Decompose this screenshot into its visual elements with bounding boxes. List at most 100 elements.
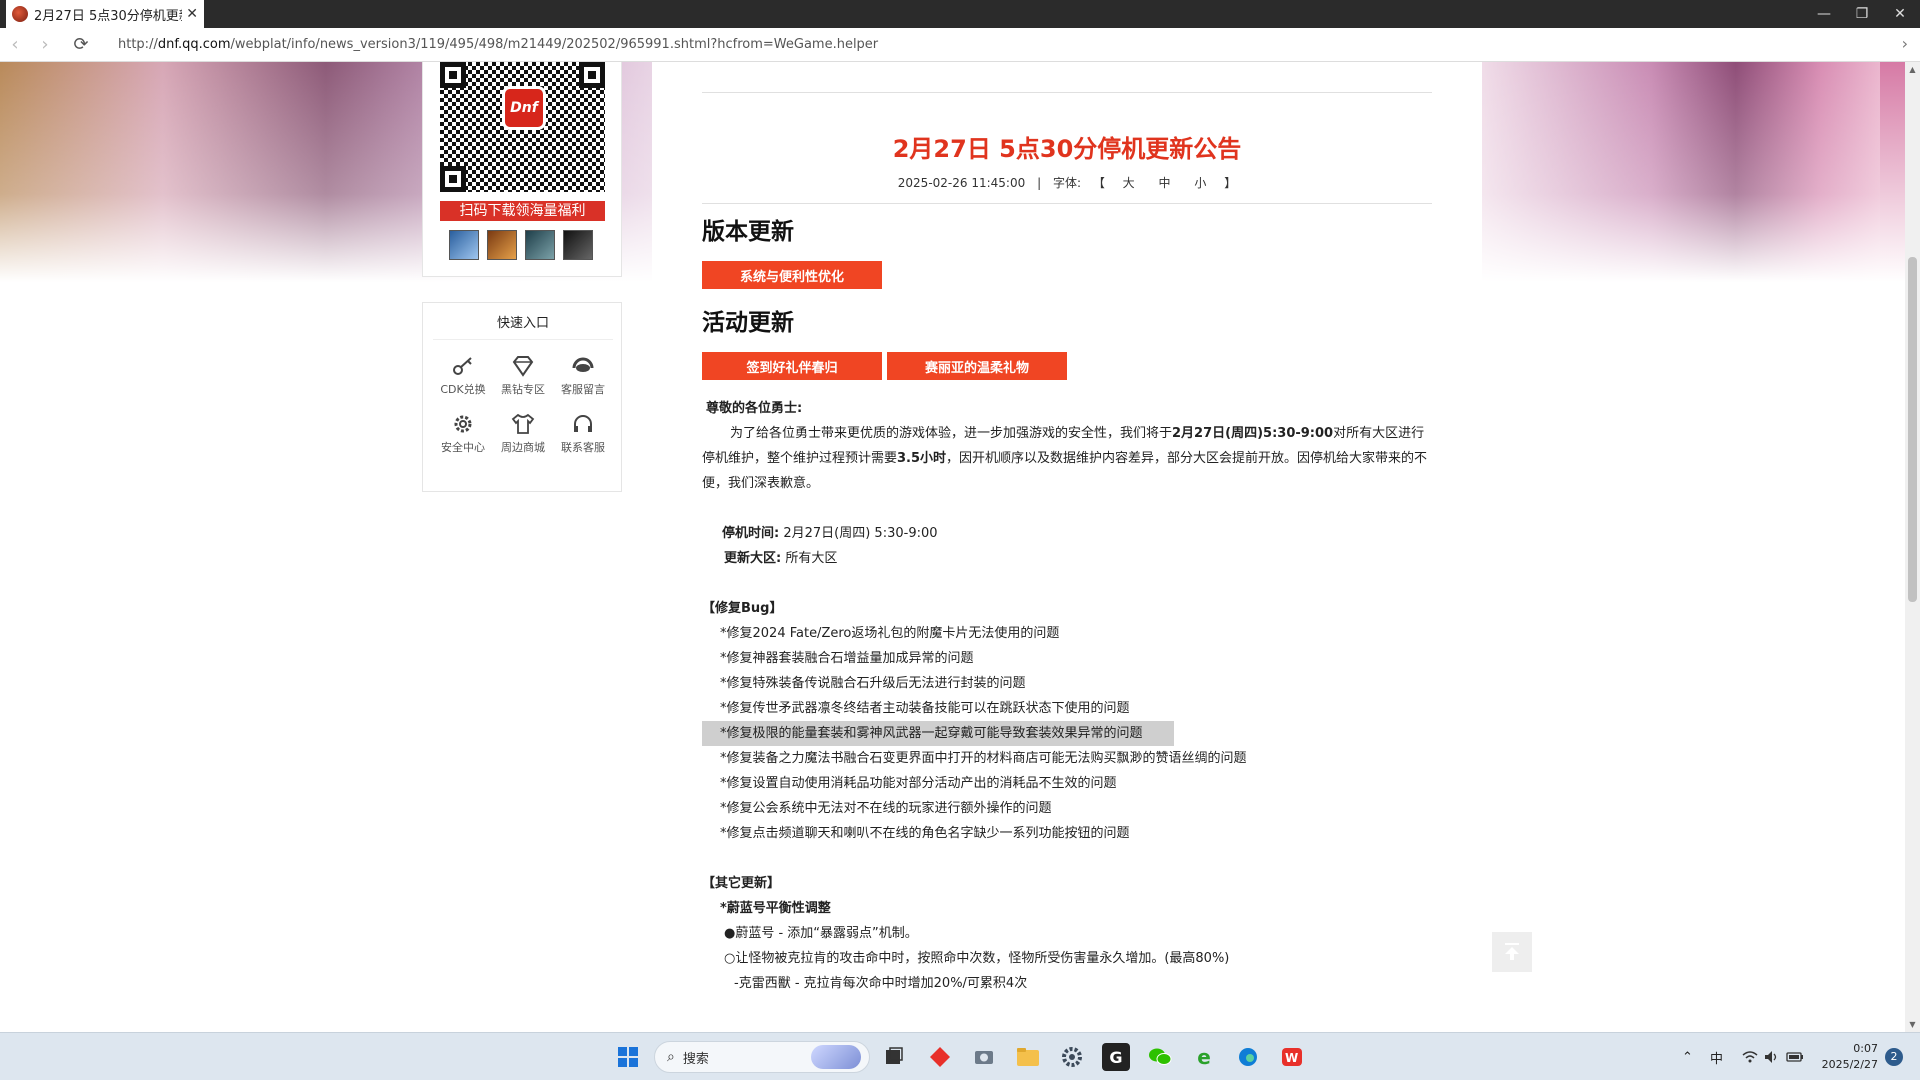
- arrow-up-icon: [1505, 943, 1519, 960]
- intro-duration: 3.5小时: [897, 451, 947, 466]
- search-placeholder: 搜索: [682, 1051, 709, 1067]
- ie-browser-icon[interactable]: e: [1190, 1043, 1218, 1071]
- svg-text:W: W: [1285, 1051, 1298, 1065]
- reload-button[interactable]: ⟳: [66, 30, 96, 60]
- list-item: *修复传世矛武器凛冬终结者主动装备技能可以在跳跃状态下使用的问题: [720, 701, 1130, 716]
- list-item: *修复神器套装融合石增益量加成异常的问题: [720, 651, 974, 666]
- quick-entry-grid: CDK兑换 黑钻专区 客服留言 安全中心 周边商城 联系客服: [433, 353, 613, 455]
- font-size-label: 字体:: [1052, 176, 1081, 190]
- forward-button[interactable]: ›: [30, 30, 60, 60]
- quick-item-black-diamond[interactable]: 黑钻专区: [493, 353, 553, 397]
- vertical-scrollbar[interactable]: ▲ ▼: [1905, 62, 1920, 1032]
- divider: [702, 203, 1432, 204]
- wps-office-icon[interactable]: W: [1278, 1043, 1306, 1071]
- headset-message-icon: [572, 357, 594, 372]
- section-activity-heading: 活动更新: [702, 310, 794, 336]
- qr-download-card: Dnf 扫码下载领海量福利: [422, 62, 622, 277]
- article-body: 尊敬的各位勇士: 为了给各位勇士带来更优质的游戏体验，进一步加强游戏的安全性，我…: [702, 396, 1432, 996]
- quick-entry-card: 快速入口 CDK兑换 黑钻专区 客服留言 安全中心 周边商城 联系客服: [422, 302, 622, 492]
- list-item-selected: *修复极限的能量套装和雾神风武器一起穿戴可能导致套装效果异常的问题: [702, 721, 1174, 746]
- list-item: *修复公会系统中无法对不在线的玩家进行额外操作的问题: [720, 801, 1052, 816]
- list-item: *修复装备之力魔法书融合石变更界面中打开的材料商店可能无法购买飘渺的赞语丝绸的问…: [720, 751, 1247, 766]
- list-item: *修复特殊装备传说融合石升级后无法进行封装的问题: [720, 676, 1026, 691]
- task-view-icon[interactable]: [880, 1043, 908, 1071]
- signin-gift-button[interactable]: 签到好礼伴春归: [702, 352, 882, 380]
- camera-app-icon[interactable]: [970, 1043, 998, 1071]
- edge-browser-icon[interactable]: [1234, 1043, 1262, 1071]
- article: 2月27日 5点30分停机更新公告 2025-02-26 11:45:00 | …: [702, 62, 1432, 996]
- qr-code: Dnf: [440, 62, 605, 192]
- wifi-icon[interactable]: [1742, 1033, 1758, 1080]
- list-item: *修复点击频道聊天和喇叭不在线的角色名字缺少一系列功能按钮的问题: [720, 826, 1130, 841]
- quick-item-label: 安全中心: [441, 441, 485, 454]
- quick-item-contact[interactable]: 联系客服: [553, 411, 613, 455]
- article-meta: 2025-02-26 11:45:00 | 字体: 【 大 中 小 】: [702, 174, 1432, 191]
- font-small-link[interactable]: 小: [1194, 176, 1206, 190]
- list-item: ○让怪物被克拉肯的攻击命中时，按照命中次数，怪物所受伤害量永久增加。(最高80%…: [724, 951, 1230, 966]
- app-red-diamond-icon[interactable]: [926, 1043, 954, 1071]
- quick-item-label: CDK兑换: [440, 383, 486, 396]
- downtime-row: 停机时间: 2月27日(周四) 5:30-9:00: [702, 521, 1432, 546]
- region-row: 更新大区: 所有大区: [702, 546, 1432, 571]
- activity-buttons: 签到好礼伴春归 赛丽亚的温柔礼物: [702, 352, 1432, 380]
- quick-item-cdk[interactable]: CDK兑换: [433, 353, 493, 397]
- scroll-down-icon[interactable]: ▼: [1905, 1020, 1920, 1029]
- url-field[interactable]: http://dnf.qq.com/webplat/info/news_vers…: [118, 37, 878, 52]
- search-icon: ⌕: [667, 1049, 675, 1065]
- list-item: *修复设置自动使用消耗品功能对部分活动产出的消耗品不生效的问题: [720, 776, 1117, 791]
- file-explorer-icon[interactable]: [1014, 1043, 1042, 1071]
- close-window-button[interactable]: ✕: [1880, 0, 1920, 28]
- font-bracket-close: 】: [1224, 176, 1237, 190]
- notification-badge[interactable]: 2: [1885, 1048, 1903, 1066]
- browser-tab[interactable]: 2月27日 5点30分停机更新 ✕: [6, 0, 204, 28]
- other-header: 【其它更新】: [702, 876, 781, 891]
- windows-start-icon[interactable]: [614, 1043, 642, 1071]
- taskbar-clock[interactable]: 0:07 2025/2/27: [1818, 1041, 1878, 1073]
- address-bar: ‹ › ⟳ http://dnf.qq.com/webplat/info/new…: [0, 28, 1920, 62]
- banner-background-right: [1482, 62, 1905, 282]
- restore-button[interactable]: ❐: [1842, 0, 1882, 28]
- taskbar: ⌕ 搜索 G e W ⌃ 中 0:07 2025/2/27 2: [0, 1032, 1920, 1080]
- quick-item-security[interactable]: 安全中心: [433, 411, 493, 455]
- ime-indicator[interactable]: 中: [1710, 1033, 1723, 1080]
- quick-item-label: 联系客服: [561, 441, 605, 454]
- qr-finder-bottom-left: [440, 166, 466, 192]
- minimize-button[interactable]: —: [1804, 0, 1844, 28]
- region-value: 所有大区: [785, 551, 838, 566]
- tray-overflow-icon[interactable]: ⌃: [1682, 1033, 1693, 1080]
- downtime-label: 停机时间:: [722, 526, 780, 541]
- battery-icon[interactable]: [1786, 1033, 1804, 1080]
- system-optimization-button[interactable]: 系统与便利性优化: [702, 261, 882, 289]
- scroll-up-icon[interactable]: ▲: [1905, 65, 1920, 74]
- clock-time: 0:07: [1853, 1042, 1878, 1055]
- dnf-favicon-icon: [12, 6, 28, 22]
- quick-item-service-message[interactable]: 客服留言: [553, 353, 613, 397]
- font-medium-link[interactable]: 中: [1159, 176, 1171, 190]
- quick-item-label: 黑钻专区: [501, 383, 545, 396]
- reward-item-icon: [563, 230, 593, 260]
- chevron-right-icon[interactable]: ›: [1902, 34, 1908, 53]
- reward-item-icon: [487, 230, 517, 260]
- taskbar-search[interactable]: ⌕ 搜索: [654, 1041, 870, 1073]
- headphones-icon: [574, 415, 592, 432]
- region-label: 更新大区:: [724, 551, 782, 566]
- section-version-heading: 版本更新: [702, 219, 794, 245]
- tab-title: 2月27日 5点30分停机更新: [34, 8, 183, 24]
- back-button[interactable]: ‹: [0, 30, 30, 60]
- diamond-icon: [512, 356, 534, 377]
- quick-item-merch[interactable]: 周边商城: [493, 411, 553, 455]
- list-item: -克雷西獸 - 克拉肯每次命中时增加20%/可累积4次: [734, 976, 1028, 991]
- seria-gift-button[interactable]: 赛丽亚的温柔礼物: [887, 352, 1067, 380]
- tab-close-icon[interactable]: ✕: [186, 6, 198, 22]
- reward-items: [449, 230, 593, 260]
- font-large-link[interactable]: 大: [1123, 176, 1135, 190]
- wechat-icon[interactable]: [1146, 1043, 1174, 1071]
- volume-icon[interactable]: [1764, 1033, 1780, 1080]
- key-icon: [453, 357, 472, 375]
- wegame-icon[interactable]: G: [1102, 1043, 1130, 1071]
- list-item: ●蔚蓝号 - 添加“暴露弱点”机制。: [724, 926, 918, 941]
- scrollbar-thumb[interactable]: [1908, 257, 1917, 602]
- back-to-top-button[interactable]: [1492, 932, 1532, 972]
- web-page: Dnf 扫码下载领海量福利 快速入口 CDK兑换 黑钻专区 客服留言 安全中心 …: [0, 62, 1905, 1032]
- settings-gear-icon[interactable]: [1058, 1043, 1086, 1071]
